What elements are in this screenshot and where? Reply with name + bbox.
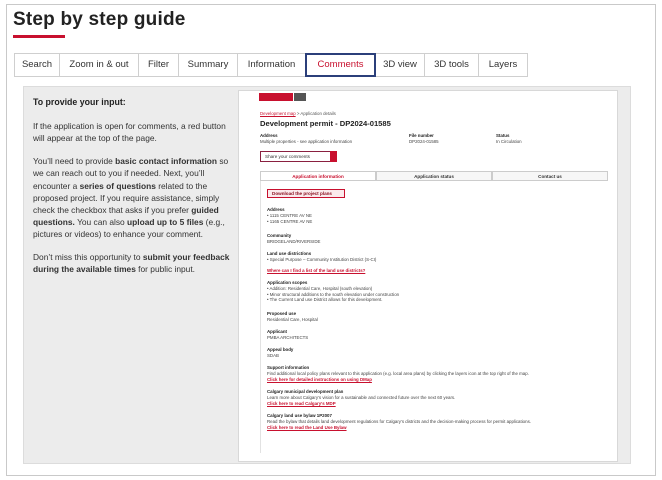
page-title: Step by step guide xyxy=(13,9,186,30)
breadcrumb: Development map > Application details xyxy=(260,111,336,116)
tab-information[interactable]: Information xyxy=(237,53,306,77)
instructions-p1: If the application is open for comments,… xyxy=(33,121,226,144)
scope-block: Application scopes • Addition: Residenti… xyxy=(267,280,400,303)
tab-search[interactable]: Search xyxy=(14,53,60,77)
land-use-block: Land use district/ons • Special Purpose … xyxy=(267,251,377,262)
download-plans-button[interactable]: Download the project plans xyxy=(267,189,345,198)
tab-3d-view[interactable]: 3D view xyxy=(375,53,425,77)
top-buttons xyxy=(259,93,306,101)
land-use-link[interactable]: Where can I find a list of the land use … xyxy=(267,268,365,273)
status-value: In Circulation xyxy=(496,139,522,144)
instructions-p2: You’ll need to provide basic contact inf… xyxy=(33,156,229,240)
tab-filter[interactable]: Filter xyxy=(138,53,179,77)
mdp-link[interactable]: Click here to read Calgary’s MDP xyxy=(267,401,336,406)
bylaw-block: Calgary land use bylaw 1P2007 Read the b… xyxy=(267,413,531,430)
status-label: Status xyxy=(496,133,510,138)
land-use-link-block: Where can I find a list of the land use … xyxy=(267,268,597,274)
tab-3d-tools[interactable]: 3D tools xyxy=(424,53,479,77)
instructions: To provide your input: If the applicatio… xyxy=(33,96,233,286)
embedded-screenshot: Development map > Application details De… xyxy=(238,90,618,462)
tab-contact-us[interactable]: Contact us xyxy=(492,171,608,180)
application-content: Download the project plans Address • 111… xyxy=(260,181,608,453)
address-block: Address • 1115 CENTRE AV NE • 1165 CENTR… xyxy=(267,207,313,224)
bylaw-link[interactable]: Click here to read the Land Use Bylaw xyxy=(267,425,347,430)
address-label: Address xyxy=(260,133,278,138)
mdp-block: Calgary municipal development plan Learn… xyxy=(267,389,456,406)
tab-application-information[interactable]: Application information xyxy=(260,171,376,180)
tab-summary[interactable]: Summary xyxy=(178,53,238,77)
comment-button[interactable] xyxy=(259,93,293,101)
instructions-heading: To provide your input: xyxy=(33,97,126,107)
permit-title: Development permit - DP2024-01585 xyxy=(260,119,391,128)
breadcrumb-link[interactable]: Development map xyxy=(260,111,296,116)
title-underline xyxy=(13,35,65,38)
application-tabs: Application information Application stat… xyxy=(260,171,608,181)
comment-icon xyxy=(330,151,337,162)
support-block: Support information Find additional loca… xyxy=(267,365,529,382)
instructions-p3: Don’t miss this opportunity to submit yo… xyxy=(33,252,230,275)
share-comments-button[interactable]: Share your comments xyxy=(260,151,336,162)
proposed-use-block: Proposed use Residential Care, Hospital xyxy=(267,311,318,322)
file-label: File number xyxy=(409,133,434,138)
tab-application-status[interactable]: Application status xyxy=(376,171,492,180)
tab-zoom[interactable]: Zoom in & out xyxy=(59,53,139,77)
community-block: Community BRIDGELAND/RIVERSIDE xyxy=(267,233,321,244)
address-value: Multiple properties - see application in… xyxy=(260,139,353,144)
support-link[interactable]: Click here for detailed instructions on … xyxy=(267,377,372,382)
tab-layers[interactable]: Layers xyxy=(478,53,528,77)
tab-comments[interactable]: Comments xyxy=(305,53,376,77)
appeal-block: Appeal body SDAB xyxy=(267,347,294,358)
tab-bar: Search Zoom in & out Filter Summary Info… xyxy=(14,53,528,77)
menu-button[interactable] xyxy=(294,93,306,101)
file-value: DP2024-01585 xyxy=(409,139,439,144)
applicant-block: Applicant PMBA ARCHITECTS xyxy=(267,329,309,340)
